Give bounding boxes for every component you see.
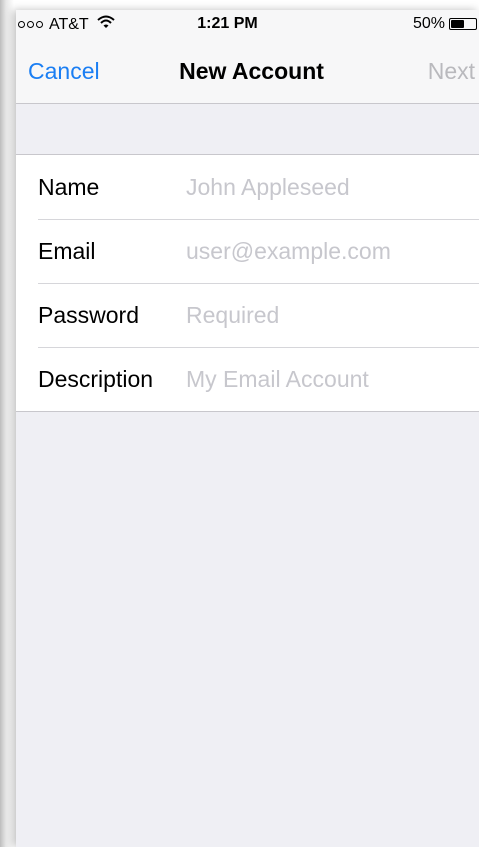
device-frame: AT&T 1:21 PM 50% Cancel New Account Next… [0, 0, 479, 847]
description-field[interactable] [186, 365, 471, 393]
email-label: Email [38, 237, 96, 264]
page-title: New Account [179, 58, 324, 84]
email-field[interactable] [186, 237, 471, 265]
status-bar: AT&T 1:21 PM 50% [16, 10, 479, 40]
description-label: Description [38, 365, 154, 392]
form-row-description: Description [16, 347, 479, 411]
status-time: 1:21 PM [197, 15, 258, 32]
navigation-bar: Cancel New Account Next [16, 40, 479, 104]
form-row-email: Email [16, 219, 479, 283]
name-label: Name [38, 173, 100, 200]
screen: AT&T 1:21 PM 50% Cancel New Account Next… [16, 10, 479, 847]
battery-fill [451, 20, 464, 28]
status-right: 50% [413, 15, 479, 33]
battery-percent: 50% [412, 15, 445, 32]
form-row-password: Password [16, 283, 479, 347]
account-form: Name Email Password Description [16, 154, 479, 412]
next-button[interactable]: Next [428, 58, 475, 85]
form-row-name: Name [16, 155, 479, 219]
password-label: Password [38, 301, 139, 328]
name-field[interactable] [186, 173, 471, 201]
battery-icon [449, 18, 477, 30]
password-field[interactable] [186, 301, 471, 329]
